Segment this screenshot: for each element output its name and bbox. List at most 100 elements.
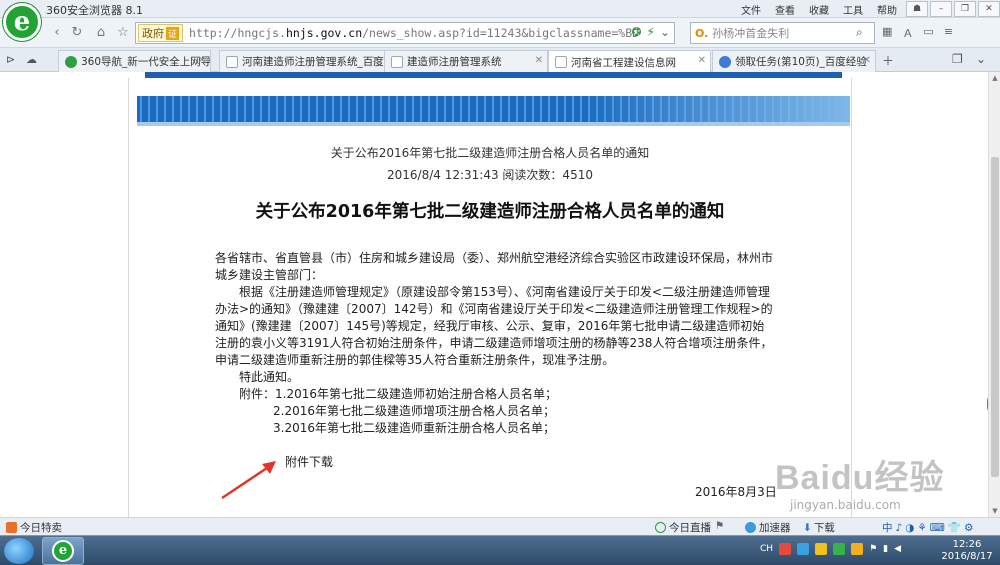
- url-text[interactable]: http://hngcjs.hnjs.gov.cn/news_show.asp?…: [189, 26, 639, 40]
- home-icon[interactable]: ⌂: [92, 24, 110, 42]
- url-field[interactable]: 政府证 http://hngcjs.hnjs.gov.cn/news_show.…: [135, 22, 675, 44]
- article-paragraph: 根据《注册建造师管理规定》（原建设部令第153号）、《河南省建设厅关于印发<二级…: [215, 285, 773, 367]
- browser-logo-icon[interactable]: e: [3, 3, 41, 41]
- ime-toolbar[interactable]: 中♪◑⚘⌨👕⚙: [882, 520, 976, 535]
- toolbar-right: ▦ Ａ ▭ ≡: [882, 25, 953, 41]
- restore-tab-icon[interactable]: ❐: [952, 52, 963, 66]
- tab-favicon-icon: [65, 55, 77, 68]
- tray-shield-icon[interactable]: [833, 543, 846, 555]
- tray-app-icon[interactable]: [815, 543, 828, 555]
- flag-icon[interactable]: ⚑: [869, 544, 877, 554]
- search-engine-icon[interactable]: O.: [695, 27, 708, 40]
- tab-list-icon[interactable]: ⌄: [976, 52, 986, 66]
- status-bar: 今日特卖 今日直播 ⚑ 加速器 ⬇ 下载 中♪◑⚘⌨👕⚙: [0, 517, 1000, 535]
- system-clock[interactable]: 12:26 2016/8/17: [938, 539, 996, 563]
- vertical-scrollbar[interactable]: ▲ ▼: [988, 72, 1000, 517]
- accelerator-link[interactable]: 加速器: [745, 520, 791, 535]
- refresh-icon[interactable]: ↻: [68, 24, 86, 42]
- tray-app-icon[interactable]: [797, 543, 810, 555]
- broom-icon[interactable]: ⚑: [715, 520, 724, 532]
- download-link[interactable]: ⬇ 下载: [803, 520, 835, 535]
- notice-line: 特此通知。: [239, 370, 300, 384]
- scroll-thumb[interactable]: [991, 157, 999, 477]
- tray-app-icon[interactable]: [779, 543, 792, 555]
- url-icons: ✪ ⚡ ⌄: [631, 25, 670, 39]
- new-tab-icon[interactable]: ＋: [882, 52, 894, 69]
- attachment-2[interactable]: 2.2016年第七批二级建造师增项注册合格人员名单；: [215, 403, 773, 420]
- taskbar: e CH ⚑ ▮ ◀ 12:26 2016/8/17: [0, 535, 1000, 565]
- signature-date: 2016年8月3日: [695, 485, 777, 499]
- folder-icon[interactable]: ▭: [923, 25, 933, 41]
- shield-icon[interactable]: ✪: [631, 25, 641, 39]
- article-body: 各省辖市、省直管县（市）住房和城乡建设局（委）、郑州航空港经济综合实验区市政建设…: [215, 250, 773, 437]
- download-icon: ⬇: [803, 521, 812, 534]
- tab-bar: ⊳ ☁ 360导航_新一代安全上网导航 ✕ 河南建造师注册管理系统_百度… ✕ 建造…: [0, 48, 1000, 73]
- tab-favicon-icon: [719, 55, 731, 68]
- scroll-up-icon[interactable]: ▲: [989, 72, 1000, 84]
- shirt-icon[interactable]: ☗: [906, 1, 928, 17]
- daily-sale-link[interactable]: 今日特卖: [6, 520, 62, 535]
- maximize-button[interactable]: ❐: [954, 1, 976, 17]
- attachment-download-link[interactable]: 附件下载: [285, 453, 333, 470]
- status-icons: ⚑: [715, 520, 724, 532]
- baidu-watermark: Baidu经验: [775, 459, 945, 497]
- menu-help[interactable]: 帮助: [877, 2, 897, 17]
- apps-icon[interactable]: ▦: [882, 25, 892, 41]
- red-arrow-icon: [221, 461, 276, 500]
- tab-registration-system[interactable]: 建造师注册管理系统 ✕: [384, 50, 548, 72]
- menu-icon[interactable]: ≡: [944, 25, 953, 41]
- attachment-3[interactable]: 3.2016年第七批二级建造师重新注册合格人员名单；: [215, 420, 773, 437]
- baidu-watermark-url: jingyan.baidu.com: [790, 498, 901, 512]
- language-indicator[interactable]: CH: [760, 544, 773, 554]
- title-bar: 360安全浏览器 8.1 文件 查看 收藏 工具 帮助 ☗ – ❐ ✕: [0, 0, 1000, 18]
- menu-tools[interactable]: 工具: [843, 2, 863, 17]
- back-icon[interactable]: ‹: [48, 24, 66, 42]
- search-field[interactable]: O. 孙杨冲首金失利 ⌕: [690, 22, 875, 44]
- system-tray: CH ⚑ ▮ ◀: [760, 543, 901, 555]
- scroll-down-icon[interactable]: ▼: [989, 505, 1000, 517]
- tab-close-icon[interactable]: ✕: [198, 55, 206, 66]
- live-link[interactable]: 今日直播: [655, 520, 711, 535]
- attachment-1[interactable]: 附件：1.2016年第七批二级建造师初始注册合格人员名单；: [215, 386, 773, 403]
- tab-360-nav[interactable]: 360导航_新一代安全上网导航 ✕: [58, 50, 211, 72]
- menu-view[interactable]: 查看: [775, 2, 795, 17]
- start-button[interactable]: [4, 538, 34, 564]
- star-icon[interactable]: ☆: [114, 24, 132, 42]
- chevron-down-icon[interactable]: ⌄: [660, 25, 670, 39]
- cloud-icon[interactable]: ☁: [26, 53, 37, 66]
- sidebar-toggle-icon[interactable]: ⊳: [6, 53, 15, 66]
- speed-icon: [745, 522, 756, 533]
- site-banner: [137, 96, 850, 122]
- search-hint[interactable]: 孙杨冲首金失利: [712, 25, 789, 41]
- network-icon[interactable]: ▮: [883, 544, 888, 554]
- tab-close-icon[interactable]: ✕: [372, 55, 380, 66]
- taskbar-360-browser[interactable]: e: [42, 537, 84, 565]
- tab-baidu-jingyan[interactable]: 领取任务(第10页)_百度经验 ✕: [712, 50, 876, 72]
- tab-close-icon[interactable]: ✕: [863, 55, 871, 66]
- title-menu: 文件 查看 收藏 工具 帮助 ☗ – ❐ ✕: [734, 0, 1000, 18]
- page-title: 关于公布2016年第七批二级建造师注册合格人员名单的通知: [255, 202, 725, 222]
- tab-favicon-icon: [391, 55, 403, 68]
- menu-file[interactable]: 文件: [741, 2, 761, 17]
- app-title: 360安全浏览器 8.1: [46, 4, 143, 17]
- minimize-button[interactable]: –: [930, 1, 952, 17]
- breadcrumb-title: 关于公布2016年第七批二级建造师注册合格人员名单的通知: [330, 146, 650, 160]
- tab-close-icon[interactable]: ✕: [535, 55, 543, 66]
- tab-henan-system-baidu[interactable]: 河南建造师注册管理系统_百度… ✕: [219, 50, 385, 72]
- volume-icon[interactable]: ◀: [894, 544, 901, 554]
- tray-app-icon[interactable]: [851, 543, 864, 555]
- gift-icon: [6, 522, 17, 533]
- browser-icon: e: [52, 540, 74, 562]
- translate-icon[interactable]: Ａ: [902, 25, 913, 41]
- search-icon[interactable]: ⌕: [856, 25, 872, 41]
- article-meta: 2016/8/4 12:31:43 阅读次数：4510: [387, 168, 593, 182]
- lightning-icon[interactable]: ⚡: [647, 25, 655, 39]
- tab-close-icon[interactable]: ✕: [698, 55, 706, 66]
- close-window-button[interactable]: ✕: [978, 1, 1000, 17]
- page-content: 关于公布2016年第七批二级建造师注册合格人员名单的通知 2016/8/4 12…: [0, 72, 988, 517]
- banner-shade: [137, 122, 850, 126]
- play-icon: [655, 522, 666, 533]
- gov-badge[interactable]: 政府证: [138, 24, 184, 42]
- menu-favorites[interactable]: 收藏: [809, 2, 829, 17]
- tab-henan-construction[interactable]: 河南省工程建设信息网 ✕: [548, 50, 711, 73]
